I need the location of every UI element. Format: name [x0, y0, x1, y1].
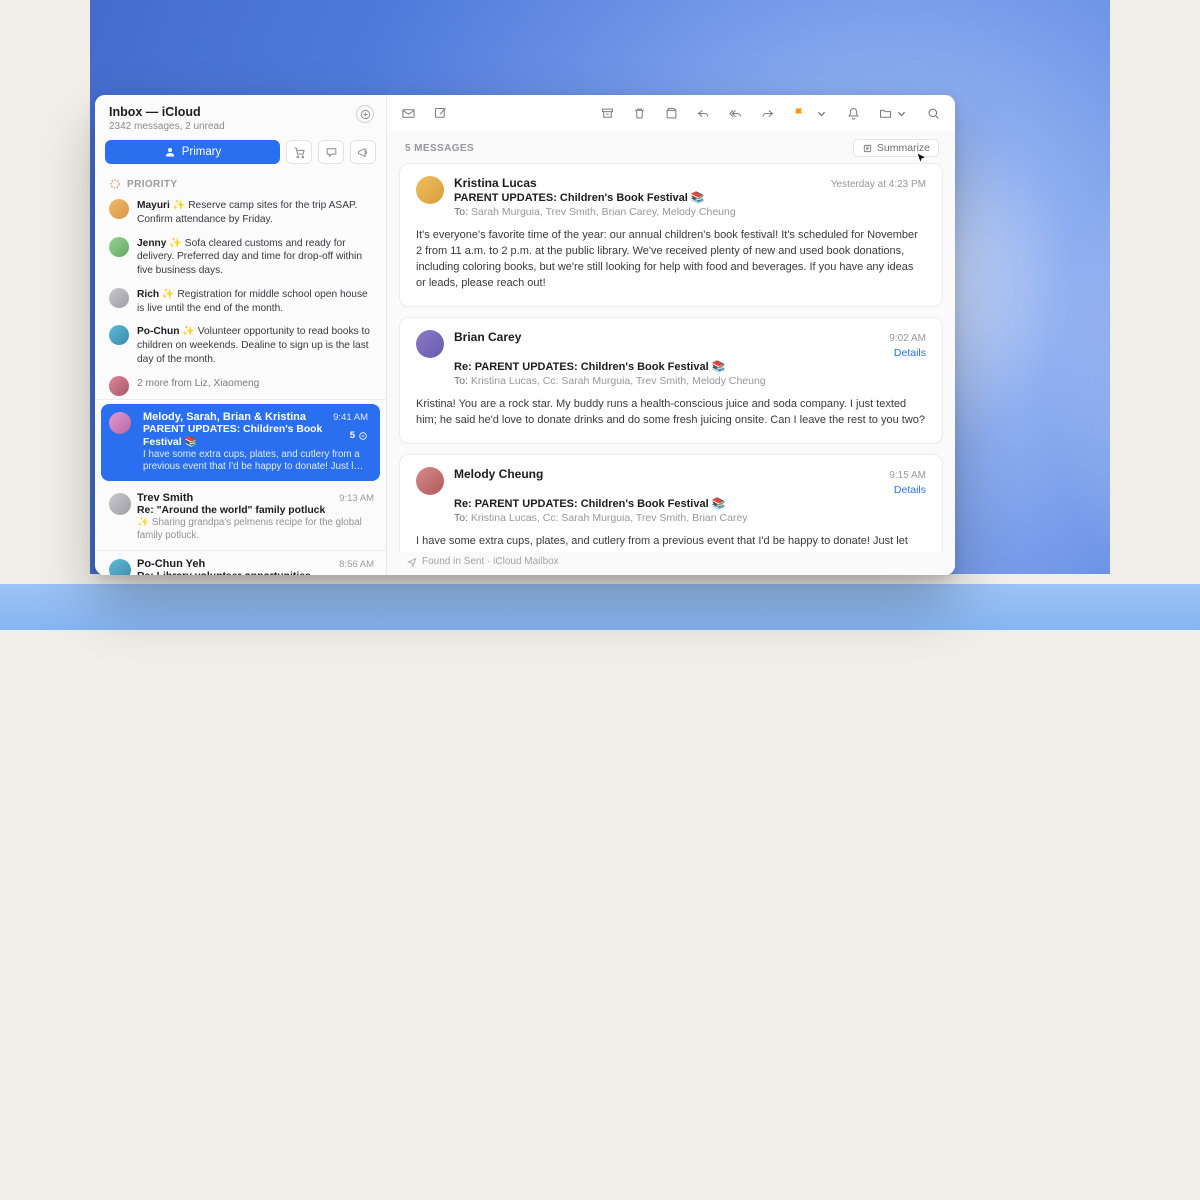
junk-icon[interactable]: [664, 106, 679, 121]
subject: Re: PARENT UPDATES: Children's Book Fest…: [454, 360, 926, 373]
avatar: [109, 325, 129, 345]
thread-message-card[interactable]: Kristina Lucas Yesterday at 4:23 PMPARENT…: [399, 163, 943, 307]
forward-icon[interactable]: [760, 106, 775, 121]
priority-item[interactable]: Mayuri ✨ Reserve camp sites for the trip…: [95, 194, 386, 232]
compose-icon[interactable]: [433, 106, 448, 121]
message-body: It's everyone's favorite time of the yea…: [416, 228, 926, 292]
promotions-tab[interactable]: [350, 140, 376, 164]
reply-all-icon[interactable]: [728, 106, 743, 121]
flag-icon[interactable]: [792, 106, 807, 121]
message-list: Melody, Sarah, Brian & Kristina9:41 AMPA…: [95, 399, 386, 575]
priority-heading: PRIORITY: [95, 172, 386, 194]
mailbox-header: Inbox — iCloud 2342 messages, 2 unread: [95, 95, 386, 140]
timestamp: 9:02 AM: [889, 333, 926, 344]
recipients: To: Kristina Lucas, Cc: Sarah Murguia, T…: [454, 375, 926, 387]
timestamp: 9:15 AM: [889, 470, 926, 481]
bell-icon[interactable]: [846, 106, 861, 121]
message-body: I have some extra cups, plates, and cutl…: [416, 534, 926, 552]
avatar: [109, 237, 129, 257]
from-name: Kristina Lucas: [454, 176, 537, 190]
thread-count: 5 MESSAGES: [405, 143, 474, 154]
category-tabs: Primary: [95, 140, 386, 172]
from-name: Brian Carey: [454, 330, 521, 344]
mailbox-subtitle: 2342 messages, 2 unread: [109, 121, 225, 132]
thread-header: 5 MESSAGES Summarize: [387, 131, 955, 163]
priority-item[interactable]: Jenny ✨ Sofa cleared customs and ready f…: [95, 232, 386, 283]
timestamp: Yesterday at 4:23 PM: [831, 179, 926, 190]
sidebar: Inbox — iCloud 2342 messages, 2 unread P…: [95, 95, 387, 575]
priority-more[interactable]: 2 more from Liz, Xiaomeng: [95, 372, 386, 399]
avatar: [109, 493, 131, 515]
chevron-down-icon[interactable]: [814, 106, 829, 121]
archive-icon[interactable]: [600, 106, 615, 121]
message-body: Kristina! You are a rock star. My buddy …: [416, 397, 926, 429]
avatar: [109, 288, 129, 308]
avatar: [109, 412, 131, 434]
avatar: [416, 467, 444, 495]
thread-message-card[interactable]: Brian Carey 9:02 AM DetailsRe: PARENT UPDA…: [399, 317, 943, 444]
folder-icon[interactable]: [878, 106, 909, 121]
thread-footer: Found in Sent · iCloud Mailbox: [387, 552, 955, 575]
envelope-icon[interactable]: [401, 106, 416, 121]
primary-tab-label: Primary: [182, 146, 222, 158]
cursor-icon: [915, 152, 928, 165]
page-caption-band: [0, 584, 1200, 630]
mail-window: Inbox — iCloud 2342 messages, 2 unread P…: [95, 95, 955, 575]
priority-item[interactable]: Rich ✨ Registration for middle school op…: [95, 283, 386, 321]
toolbar: [387, 95, 955, 131]
from-name: Melody Cheung: [454, 467, 543, 481]
recipients: To: Sarah Murguia, Trev Smith, Brian Car…: [454, 206, 926, 218]
message-item[interactable]: Po-Chun Yeh8:56 AMRe: Library volunteer …: [95, 551, 386, 575]
social-tab[interactable]: [318, 140, 344, 164]
message-item[interactable]: Trev Smith9:13 AMRe: "Around the world" …: [95, 485, 386, 550]
shopping-tab[interactable]: [286, 140, 312, 164]
reply-icon[interactable]: [696, 106, 711, 121]
primary-tab[interactable]: Primary: [105, 140, 280, 164]
filter-icon[interactable]: [356, 105, 374, 123]
thread-pane: 5 MESSAGES Summarize Kristina Lucas Yeste…: [387, 95, 955, 575]
avatar: [416, 330, 444, 358]
summarize-button[interactable]: Summarize: [853, 139, 939, 157]
subject: PARENT UPDATES: Children's Book Festival…: [454, 191, 926, 204]
details-link[interactable]: Details: [889, 347, 926, 359]
avatar: [109, 199, 129, 219]
details-link[interactable]: Details: [889, 484, 926, 496]
avatar: [109, 376, 129, 396]
subject: Re: PARENT UPDATES: Children's Book Fest…: [454, 497, 926, 510]
page-margin: [1110, 0, 1200, 630]
mailbox-title: Inbox — iCloud: [109, 105, 225, 119]
message-item[interactable]: Melody, Sarah, Brian & Kristina9:41 AMPA…: [101, 404, 380, 481]
search-icon[interactable]: [926, 106, 941, 121]
thread-message-card[interactable]: Melody Cheung 9:15 AM DetailsRe: PARENT UP…: [399, 454, 943, 552]
avatar: [416, 176, 444, 204]
trash-icon[interactable]: [632, 106, 647, 121]
page-margin: [0, 0, 90, 630]
avatar: [109, 559, 131, 575]
recipients: To: Kristina Lucas, Cc: Sarah Murguia, T…: [454, 512, 926, 524]
priority-item[interactable]: Po-Chun ✨ Volunteer opportunity to read …: [95, 320, 386, 371]
